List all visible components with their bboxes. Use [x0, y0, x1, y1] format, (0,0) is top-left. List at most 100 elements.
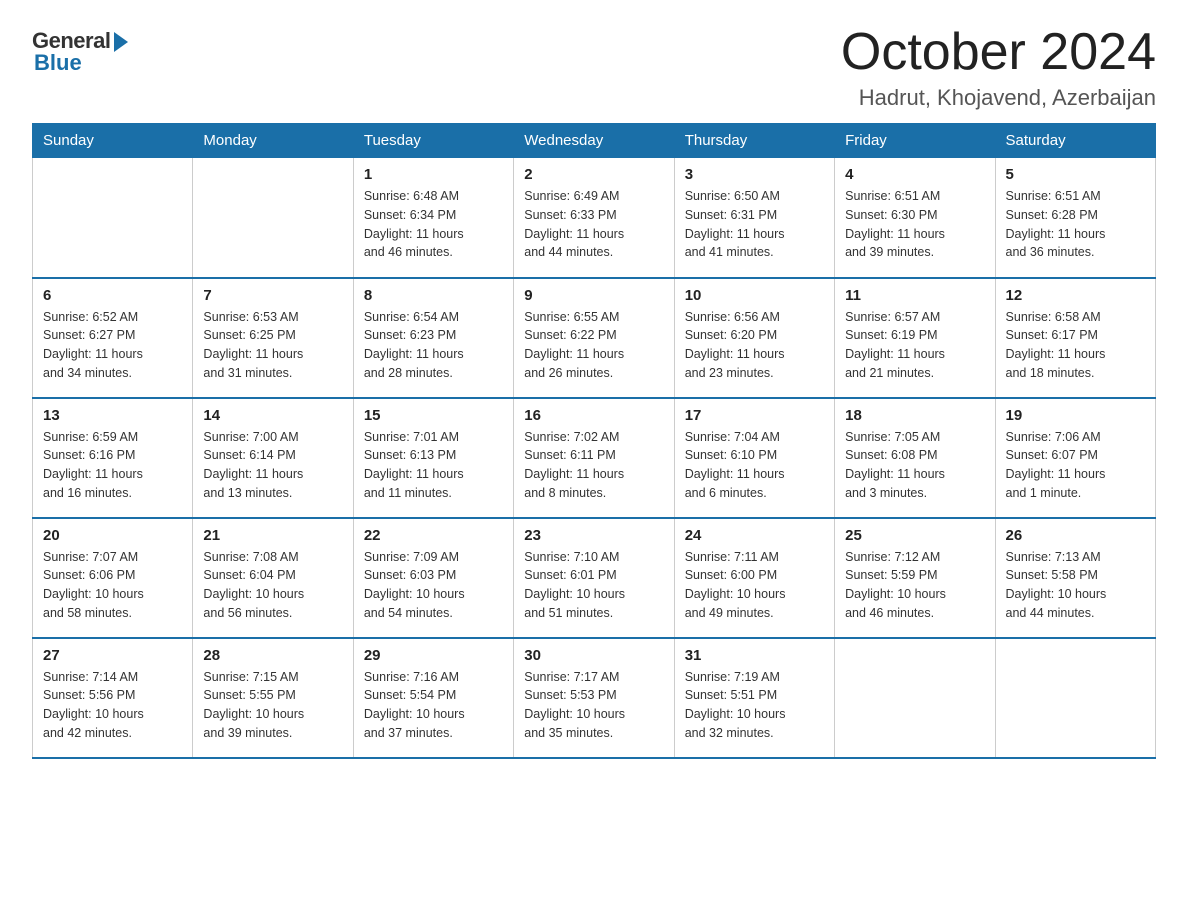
page-header: General Blue October 2024 Hadrut, Khojav…: [32, 24, 1156, 111]
day-cell: 18Sunrise: 7:05 AMSunset: 6:08 PMDayligh…: [835, 398, 995, 518]
day-cell: 26 Sunrise: 7:13 AMSunset: 5:58 PMDayligh…: [995, 518, 1155, 638]
day-info: Sunrise: 7:13 AMSunset: 5:58 PMDaylight:…: [1006, 548, 1145, 623]
day-number: 25: [845, 527, 984, 544]
day-number: 6: [43, 287, 182, 304]
day-number: 4: [845, 166, 984, 183]
day-cell: 27 Sunrise: 7:14 AMSunset: 5:56 PMDayligh…: [33, 638, 193, 758]
day-cell: [835, 638, 995, 758]
day-cell: 7 Sunrise: 6:53 AMSunset: 6:25 PMDaylight…: [193, 278, 353, 398]
day-cell: 25 Sunrise: 7:12 AMSunset: 5:59 PMDayligh…: [835, 518, 995, 638]
calendar-body: 1 Sunrise: 6:48 AMSunset: 6:34 PMDaylight…: [33, 158, 1156, 758]
day-cell: 6Sunrise: 6:52 AMSunset: 6:27 PMDaylight…: [33, 278, 193, 398]
day-info: Sunrise: 7:10 AMSunset: 6:01 PMDaylight:…: [524, 548, 663, 623]
header-wednesday: Wednesday: [514, 124, 674, 158]
day-number: 13: [43, 407, 182, 424]
day-info: Sunrise: 7:06 AMSunset: 6:07 PMDaylight:…: [1006, 428, 1145, 503]
day-info: Sunrise: 7:00 AMSunset: 6:14 PMDaylight:…: [203, 428, 342, 503]
logo: General Blue: [32, 28, 128, 76]
day-cell: 12Sunrise: 6:58 AMSunset: 6:17 PMDayligh…: [995, 278, 1155, 398]
day-cell: 2 Sunrise: 6:49 AMSunset: 6:33 PMDaylight…: [514, 158, 674, 278]
day-number: 12: [1006, 287, 1145, 304]
week-row-4: 20Sunrise: 7:07 AMSunset: 6:06 PMDayligh…: [33, 518, 1156, 638]
day-cell: [995, 638, 1155, 758]
day-number: 29: [364, 647, 503, 664]
week-row-3: 13 Sunrise: 6:59 AMSunset: 6:16 PMDayligh…: [33, 398, 1156, 518]
day-number: 21: [203, 527, 342, 544]
day-number: 19: [1006, 407, 1145, 424]
day-cell: 14 Sunrise: 7:00 AMSunset: 6:14 PMDayligh…: [193, 398, 353, 518]
header-sunday: Sunday: [33, 124, 193, 158]
week-row-2: 6Sunrise: 6:52 AMSunset: 6:27 PMDaylight…: [33, 278, 1156, 398]
day-number: 17: [685, 407, 824, 424]
day-number: 3: [685, 166, 824, 183]
day-cell: 11Sunrise: 6:57 AMSunset: 6:19 PMDayligh…: [835, 278, 995, 398]
day-number: 1: [364, 166, 503, 183]
day-number: 23: [524, 527, 663, 544]
day-info: Sunrise: 6:55 AMSunset: 6:22 PMDaylight:…: [524, 308, 663, 383]
day-info: Sunrise: 7:05 AMSunset: 6:08 PMDaylight:…: [845, 428, 984, 503]
day-info: Sunrise: 7:14 AMSunset: 5:56 PMDaylight:…: [43, 668, 182, 743]
day-info: Sunrise: 7:15 AMSunset: 5:55 PMDaylight:…: [203, 668, 342, 743]
day-cell: 3 Sunrise: 6:50 AMSunset: 6:31 PMDaylight…: [674, 158, 834, 278]
day-cell: 5 Sunrise: 6:51 AMSunset: 6:28 PMDaylight…: [995, 158, 1155, 278]
day-info: Sunrise: 6:56 AMSunset: 6:20 PMDaylight:…: [685, 308, 824, 383]
day-info: Sunrise: 7:09 AMSunset: 6:03 PMDaylight:…: [364, 548, 503, 623]
day-info: Sunrise: 7:17 AMSunset: 5:53 PMDaylight:…: [524, 668, 663, 743]
day-info: Sunrise: 6:51 AMSunset: 6:28 PMDaylight:…: [1006, 187, 1145, 262]
day-number: 31: [685, 647, 824, 664]
day-cell: 31 Sunrise: 7:19 AMSunset: 5:51 PMDayligh…: [674, 638, 834, 758]
day-cell: 19 Sunrise: 7:06 AMSunset: 6:07 PMDayligh…: [995, 398, 1155, 518]
day-info: Sunrise: 7:12 AMSunset: 5:59 PMDaylight:…: [845, 548, 984, 623]
day-info: Sunrise: 7:07 AMSunset: 6:06 PMDaylight:…: [43, 548, 182, 623]
day-info: Sunrise: 7:08 AMSunset: 6:04 PMDaylight:…: [203, 548, 342, 623]
day-number: 30: [524, 647, 663, 664]
day-number: 8: [364, 287, 503, 304]
day-cell: 22Sunrise: 7:09 AMSunset: 6:03 PMDayligh…: [353, 518, 513, 638]
day-cell: 13 Sunrise: 6:59 AMSunset: 6:16 PMDayligh…: [33, 398, 193, 518]
header-saturday: Saturday: [995, 124, 1155, 158]
day-info: Sunrise: 7:16 AMSunset: 5:54 PMDaylight:…: [364, 668, 503, 743]
logo-blue-text: Blue: [34, 50, 82, 76]
day-number: 28: [203, 647, 342, 664]
day-info: Sunrise: 6:48 AMSunset: 6:34 PMDaylight:…: [364, 187, 503, 262]
day-cell: 30 Sunrise: 7:17 AMSunset: 5:53 PMDayligh…: [514, 638, 674, 758]
day-info: Sunrise: 6:53 AMSunset: 6:25 PMDaylight:…: [203, 308, 342, 383]
day-cell: 28 Sunrise: 7:15 AMSunset: 5:55 PMDayligh…: [193, 638, 353, 758]
day-info: Sunrise: 6:59 AMSunset: 6:16 PMDaylight:…: [43, 428, 182, 503]
day-number: 10: [685, 287, 824, 304]
day-info: Sunrise: 6:49 AMSunset: 6:33 PMDaylight:…: [524, 187, 663, 262]
day-cell: 24 Sunrise: 7:11 AMSunset: 6:00 PMDayligh…: [674, 518, 834, 638]
day-cell: 8 Sunrise: 6:54 AMSunset: 6:23 PMDaylight…: [353, 278, 513, 398]
day-number: 5: [1006, 166, 1145, 183]
day-number: 26: [1006, 527, 1145, 544]
month-title: October 2024: [841, 24, 1156, 81]
day-number: 24: [685, 527, 824, 544]
day-cell: 9 Sunrise: 6:55 AMSunset: 6:22 PMDaylight…: [514, 278, 674, 398]
day-info: Sunrise: 6:50 AMSunset: 6:31 PMDaylight:…: [685, 187, 824, 262]
day-number: 27: [43, 647, 182, 664]
day-info: Sunrise: 7:02 AMSunset: 6:11 PMDaylight:…: [524, 428, 663, 503]
title-block: October 2024 Hadrut, Khojavend, Azerbaij…: [841, 24, 1156, 111]
week-row-1: 1 Sunrise: 6:48 AMSunset: 6:34 PMDaylight…: [33, 158, 1156, 278]
day-cell: 15Sunrise: 7:01 AMSunset: 6:13 PMDayligh…: [353, 398, 513, 518]
day-info: Sunrise: 7:19 AMSunset: 5:51 PMDaylight:…: [685, 668, 824, 743]
day-number: 14: [203, 407, 342, 424]
day-info: Sunrise: 7:11 AMSunset: 6:00 PMDaylight:…: [685, 548, 824, 623]
day-number: 9: [524, 287, 663, 304]
day-info: Sunrise: 7:04 AMSunset: 6:10 PMDaylight:…: [685, 428, 824, 503]
day-cell: 10 Sunrise: 6:56 AMSunset: 6:20 PMDayligh…: [674, 278, 834, 398]
day-cell: [33, 158, 193, 278]
day-cell: 29 Sunrise: 7:16 AMSunset: 5:54 PMDayligh…: [353, 638, 513, 758]
calendar-table: SundayMondayTuesdayWednesdayThursdayFrid…: [32, 123, 1156, 759]
day-number: 2: [524, 166, 663, 183]
day-number: 11: [845, 287, 984, 304]
header-row: SundayMondayTuesdayWednesdayThursdayFrid…: [33, 124, 1156, 158]
day-number: 7: [203, 287, 342, 304]
logo-arrow-icon: [114, 32, 128, 52]
day-info: Sunrise: 6:54 AMSunset: 6:23 PMDaylight:…: [364, 308, 503, 383]
day-cell: 1 Sunrise: 6:48 AMSunset: 6:34 PMDaylight…: [353, 158, 513, 278]
header-friday: Friday: [835, 124, 995, 158]
calendar-header: SundayMondayTuesdayWednesdayThursdayFrid…: [33, 124, 1156, 158]
header-tuesday: Tuesday: [353, 124, 513, 158]
header-thursday: Thursday: [674, 124, 834, 158]
